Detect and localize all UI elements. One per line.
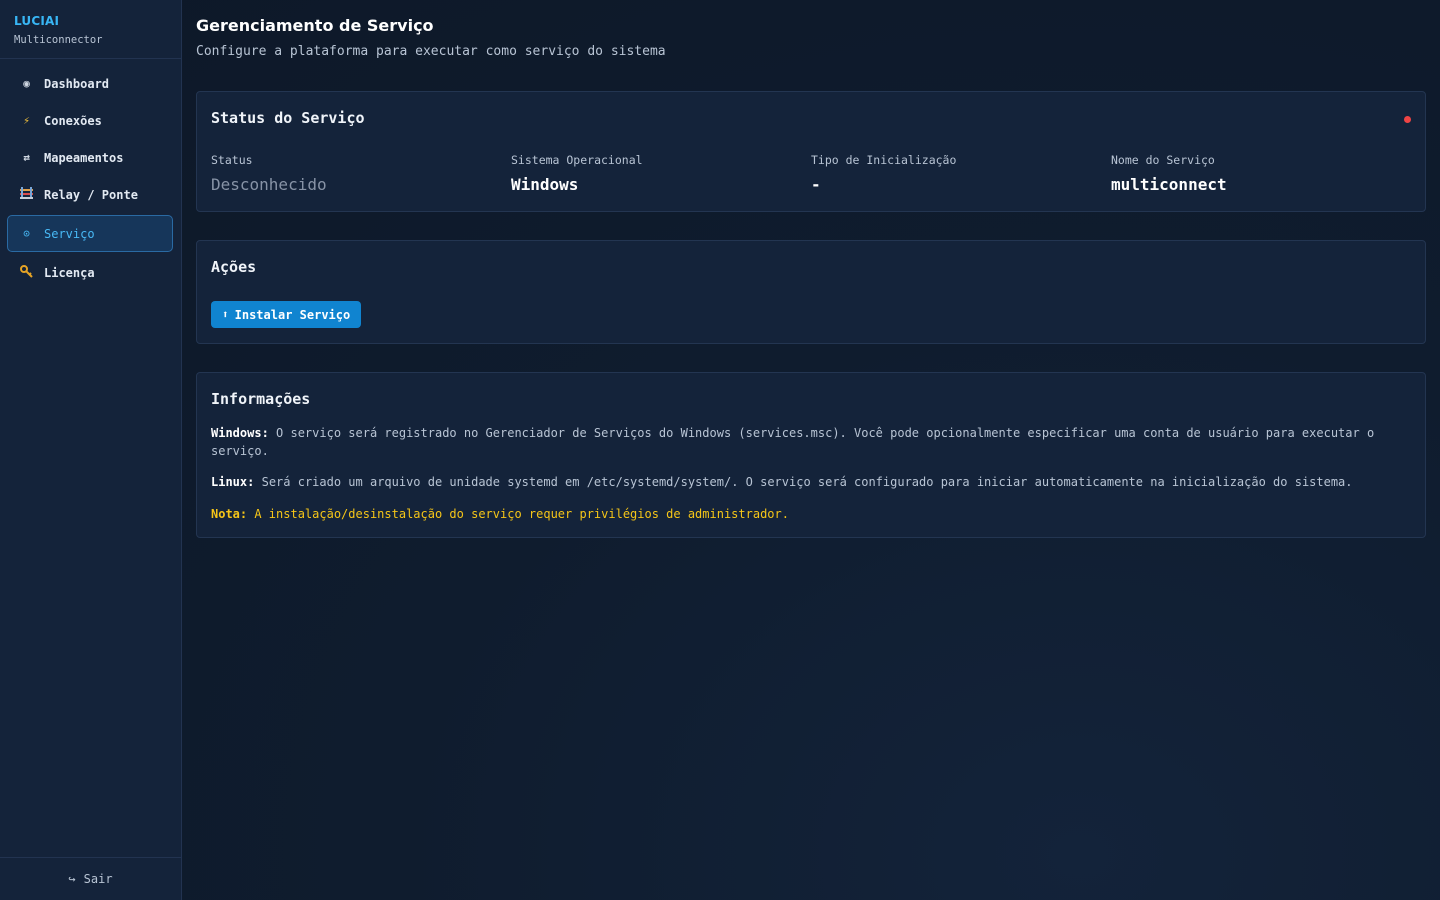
sidebar-item-label: Serviço: [44, 226, 95, 241]
status-field-value: Desconhecido: [211, 175, 327, 194]
sidebar-item-conexoes[interactable]: ⚡ Conexões: [7, 104, 173, 137]
status-field-label: Nome do Serviço: [1111, 153, 1215, 167]
install-service-label: Instalar Serviço: [234, 307, 351, 322]
info-linux: Linux: Será criado um arquivo de unidade…: [211, 473, 1411, 491]
install-service-button[interactable]: ⬆ Instalar Serviço: [211, 301, 362, 328]
info-linux-text: Será criado um arquivo de unidade system…: [261, 475, 1353, 489]
status-field-os: Sistema Operacional Windows: [511, 153, 811, 194]
dashboard-icon: ◉: [23, 77, 30, 90]
key-icon-svg: [20, 264, 33, 278]
relay-icon-svg: [20, 187, 33, 199]
brand-title: LUCIAI: [14, 14, 60, 28]
swap-icon: ⇄: [23, 151, 30, 164]
info-windows: Windows: O serviço será registrado no Ge…: [211, 424, 1411, 460]
sidebar-item-relay[interactable]: Relay / Ponte: [7, 178, 173, 211]
relay-icon: [20, 187, 33, 202]
sidebar-item-servico[interactable]: ⊙ Serviço: [7, 215, 173, 252]
info-note: Nota: A instalação/desinstalação do serv…: [211, 505, 1411, 523]
status-field-value: Windows: [511, 175, 579, 194]
status-grid: Status Desconhecido Sistema Operacional …: [211, 153, 1411, 194]
status-card-title: Status do Serviço: [211, 109, 365, 127]
status-field-label: Sistema Operacional: [511, 153, 643, 167]
status-field-value: -: [811, 175, 821, 194]
sidebar-item-label: Licença: [44, 265, 95, 280]
logout-label: Sair: [83, 872, 113, 886]
sidebar-item-label: Relay / Ponte: [44, 187, 138, 202]
logout-button[interactable]: ↪ Sair: [0, 857, 181, 900]
sidebar-item-licenca[interactable]: Licença: [7, 256, 173, 289]
sidebar-item-dashboard[interactable]: ◉ Dashboard: [7, 67, 173, 100]
status-card: Status do Serviço Status Desconhecido Si…: [196, 91, 1426, 212]
status-field-startup-type: Tipo de Inicialização -: [811, 153, 1111, 194]
sidebar-item-label: Dashboard: [44, 76, 110, 91]
actions-card-title: Ações: [211, 258, 257, 276]
bolt-icon: ⚡: [23, 114, 30, 127]
upload-icon: ⬆: [222, 308, 229, 321]
info-card: Informações Windows: O serviço será regi…: [196, 372, 1426, 538]
status-field-value: multiconnect: [1111, 175, 1227, 194]
sidebar: LUCIAI Multiconnector ◉ Dashboard ⚡ Cone…: [0, 0, 182, 900]
status-field-service-name: Nome do Serviço multiconnect: [1111, 153, 1411, 194]
info-windows-text: O serviço será registrado no Gerenciador…: [211, 426, 1375, 458]
key-icon: [20, 264, 33, 281]
sidebar-item-label: Mapeamentos: [44, 150, 124, 165]
actions-card: Ações ⬆ Instalar Serviço: [196, 240, 1426, 344]
info-card-title: Informações: [211, 390, 311, 408]
page-title: Gerenciamento de Serviço: [196, 16, 434, 35]
status-field-label: Tipo de Inicialização: [811, 153, 957, 167]
brand-subtitle: Multiconnector: [14, 34, 103, 46]
info-linux-label: Linux:: [211, 475, 255, 489]
sidebar-item-mapeamentos[interactable]: ⇄ Mapeamentos: [7, 141, 173, 174]
status-field-label: Status: [211, 153, 253, 167]
service-icon: ⊙: [23, 227, 30, 240]
info-windows-label: Windows:: [211, 426, 269, 440]
sidebar-nav: ◉ Dashboard ⚡ Conexões ⇄ Mapeamentos Rel…: [0, 59, 181, 289]
brand: LUCIAI Multiconnector: [0, 0, 181, 59]
info-note-text: A instalação/desinstalação do serviço re…: [254, 507, 789, 521]
logout-icon: ↪: [68, 872, 76, 886]
info-note-label: Nota:: [211, 507, 248, 521]
status-indicator-icon: [1404, 116, 1411, 123]
status-field-status: Status Desconhecido: [211, 153, 511, 194]
page-subtitle: Configure a plataforma para executar com…: [196, 44, 666, 59]
sidebar-item-label: Conexões: [44, 113, 102, 128]
